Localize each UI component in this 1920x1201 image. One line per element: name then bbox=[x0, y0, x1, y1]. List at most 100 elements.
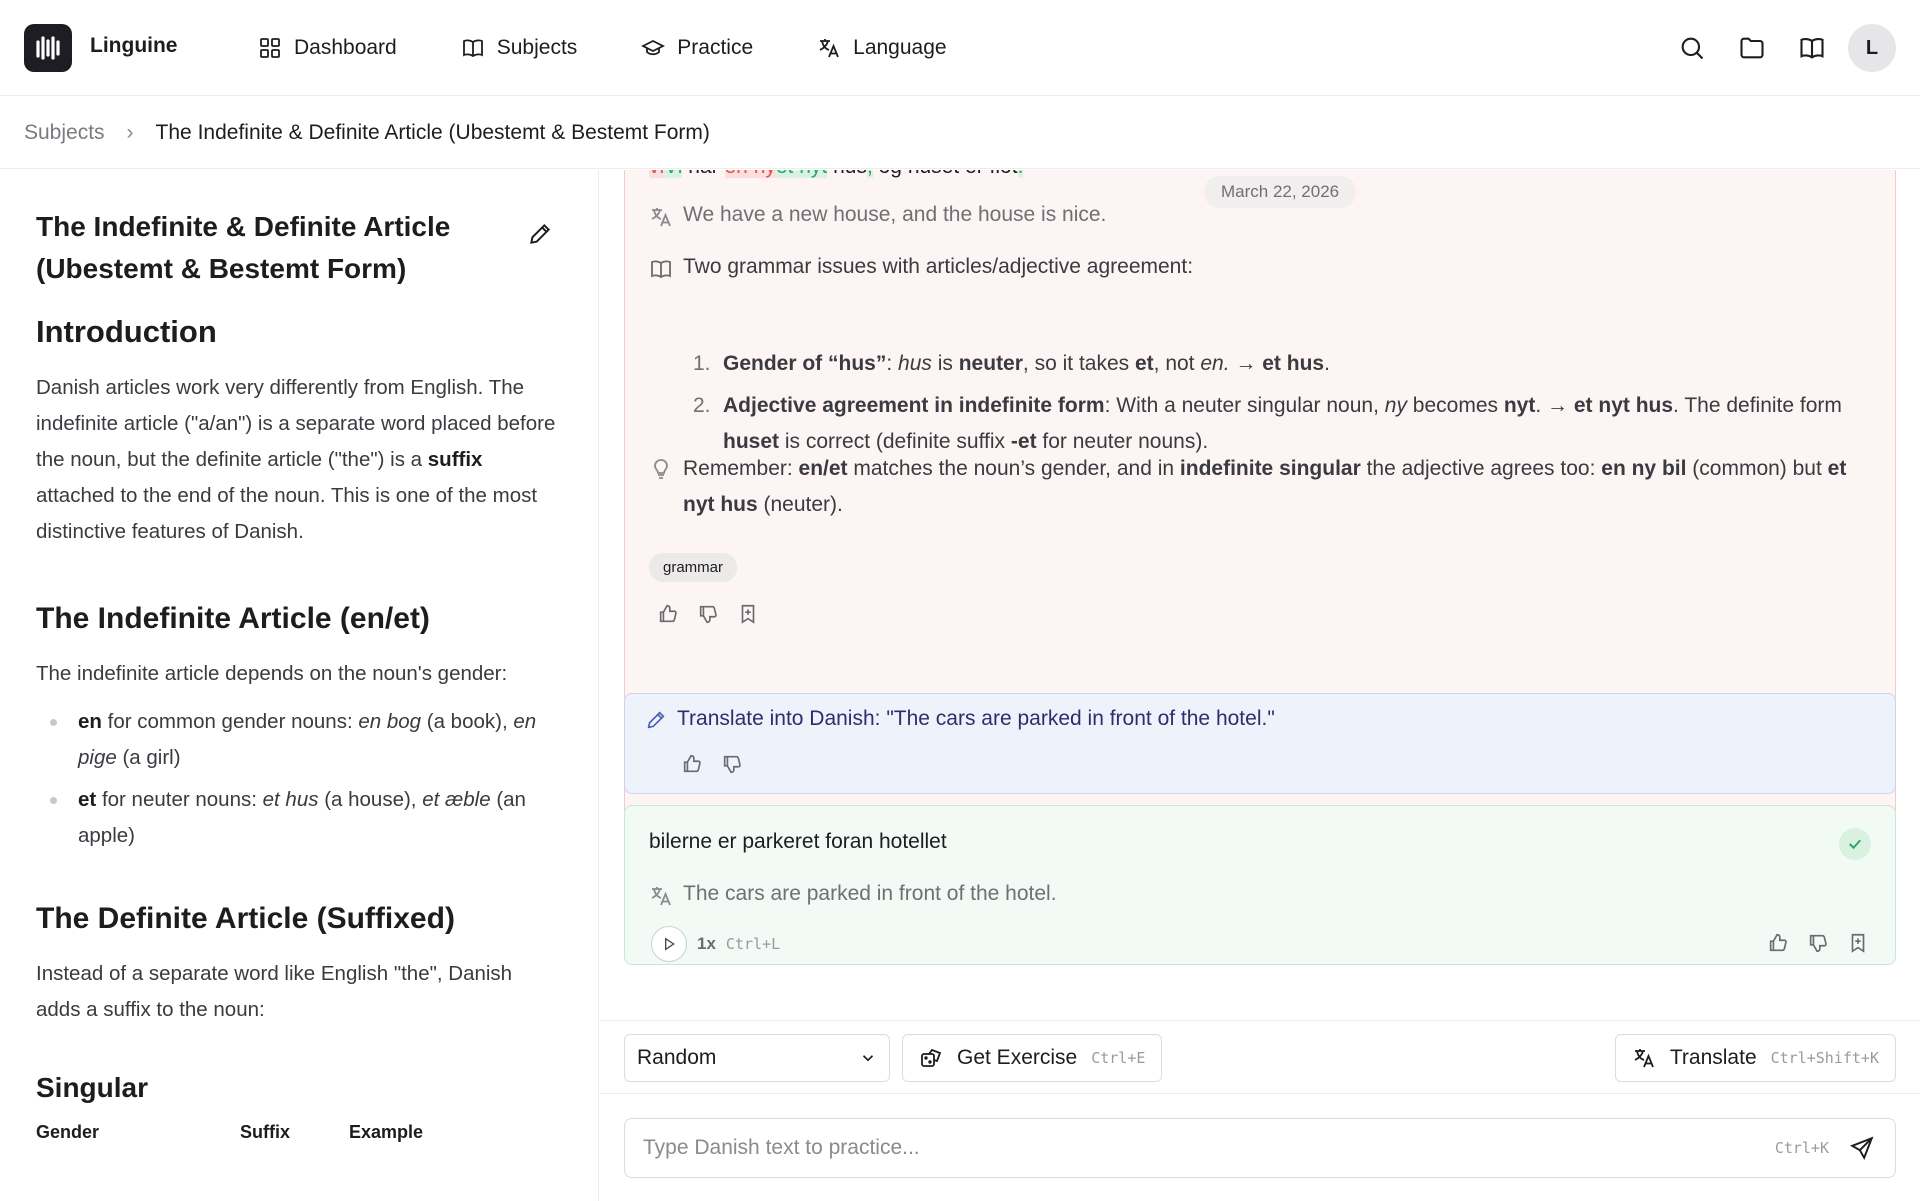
point-bold: Gender of “hus” bbox=[723, 352, 887, 375]
library-button[interactable] bbox=[1788, 24, 1836, 72]
point-bold: neuter bbox=[958, 352, 1023, 375]
pencil-icon bbox=[530, 223, 551, 244]
bookmark-button[interactable] bbox=[735, 601, 761, 627]
dislike-button[interactable] bbox=[695, 601, 721, 627]
translation-row: We have a new house, and the house is ni… bbox=[649, 203, 1106, 229]
breadcrumb: Subjects › The Indefinite & Definite Art… bbox=[0, 97, 1920, 169]
translate-button[interactable]: Translate Ctrl+Shift+K bbox=[1614, 1034, 1896, 1082]
play-audio-button[interactable] bbox=[651, 926, 687, 962]
tip-bold: indefinite singular bbox=[1179, 457, 1361, 480]
exercise-mode-select[interactable]: Random bbox=[624, 1034, 890, 1082]
definite-heading: The Definite Article (Suffixed) bbox=[36, 902, 455, 935]
send-button[interactable] bbox=[1847, 1133, 1877, 1163]
table-header-gender: Gender bbox=[36, 1122, 100, 1142]
bullet-bold: en bbox=[78, 710, 102, 733]
breadcrumb-subjects-link[interactable]: Subjects bbox=[24, 121, 105, 145]
point-text: . bbox=[1324, 352, 1330, 375]
bookmark-button[interactable] bbox=[1845, 930, 1871, 956]
like-button[interactable] bbox=[655, 601, 681, 627]
point-text: . The definite form bbox=[1673, 394, 1842, 417]
corrected-sentence: viVi har en nyet nyt hus, og huset er fl… bbox=[649, 170, 1024, 179]
book-icon bbox=[651, 260, 671, 279]
dislike-button[interactable] bbox=[719, 751, 745, 777]
point-bold: huset bbox=[723, 430, 780, 453]
practice-feed[interactable]: viVi har en nyet nyt hus, og huset er fl… bbox=[600, 170, 1920, 1020]
bullet-example: en bog bbox=[358, 710, 422, 733]
prompt-actions bbox=[679, 751, 745, 777]
tip-part: Remember: bbox=[683, 457, 799, 480]
dice-icon bbox=[921, 1048, 942, 1067]
nav-language[interactable]: Language bbox=[817, 28, 947, 68]
intro-bold: suffix bbox=[427, 448, 483, 471]
table-header-suffix: Suffix bbox=[240, 1122, 291, 1142]
point-text: , so it takes bbox=[1022, 352, 1135, 375]
nav-subjects[interactable]: Subjects bbox=[461, 28, 578, 68]
point-italic: ny bbox=[1384, 394, 1407, 417]
thumbs-down-icon bbox=[723, 755, 741, 774]
point-bold: nyt bbox=[1503, 394, 1536, 417]
tip-bold: en/et bbox=[798, 457, 848, 480]
date-badge: March 22, 2026 bbox=[1204, 176, 1357, 208]
nav-language-label: Language bbox=[853, 36, 947, 59]
list-text: Gender of “hus”: hus is neuter, so it ta… bbox=[723, 346, 1873, 382]
folder-button[interactable] bbox=[1728, 24, 1776, 72]
translation-text: We have a new house, and the house is ni… bbox=[683, 203, 1107, 226]
point-bold: et hus bbox=[1262, 352, 1325, 375]
sentence-text: hus bbox=[827, 170, 867, 178]
lightbulb-icon bbox=[654, 459, 668, 479]
point-text: : bbox=[886, 352, 899, 375]
intro-text-2: attached to the end of the noun. This is… bbox=[36, 484, 538, 543]
top-actions: L bbox=[1656, 24, 1896, 72]
point-bold: et nyt hus bbox=[1573, 394, 1674, 417]
answer-translation-row: The cars are parked in front of the hote… bbox=[649, 882, 1057, 908]
main-nav: Dashboard Subjects Practice Language bbox=[258, 28, 1011, 68]
tip-text: Remember: en/et matches the noun’s gende… bbox=[683, 451, 1869, 523]
edit-lesson-button[interactable] bbox=[522, 216, 558, 252]
get-exercise-button[interactable]: Get Exercise Ctrl+E bbox=[902, 1034, 1163, 1082]
nav-dashboard[interactable]: Dashboard bbox=[258, 28, 397, 68]
app-name[interactable]: Linguine bbox=[90, 34, 178, 58]
point-bold: Adjective agreement in indefinite form bbox=[723, 394, 1105, 417]
play-icon bbox=[665, 937, 675, 951]
dislike-button[interactable] bbox=[1805, 930, 1831, 956]
point-italic: hus bbox=[898, 352, 932, 375]
practice-input[interactable] bbox=[643, 1136, 1775, 1160]
thumbs-up-icon bbox=[1769, 933, 1787, 952]
top-navigation-bar: Linguine Dashboard Subjects Practice Lan… bbox=[0, 0, 1920, 96]
breadcrumb-current: The Indefinite & Definite Article (Ubest… bbox=[155, 120, 710, 144]
exercise-toolbar: Random Get Exercise Ctrl+E Translate Ctr… bbox=[600, 1020, 1920, 1094]
like-button[interactable] bbox=[1765, 930, 1791, 956]
point-bold: -et bbox=[1010, 430, 1037, 453]
grammar-tag[interactable]: grammar bbox=[649, 553, 738, 582]
like-button[interactable] bbox=[679, 751, 705, 777]
bookmark-plus-icon bbox=[741, 604, 755, 624]
bullet-text: for common gender nouns: bbox=[107, 710, 353, 733]
nav-practice[interactable]: Practice bbox=[641, 28, 753, 68]
translate-icon bbox=[651, 887, 671, 906]
user-avatar[interactable]: L bbox=[1848, 24, 1896, 72]
get-exercise-shortcut: Ctrl+E bbox=[1091, 1049, 1146, 1067]
list-item: 1. Gender of “hus”: hus is neuter, so it… bbox=[693, 346, 1873, 382]
list-text: Adjective agreement in indefinite form: … bbox=[723, 388, 1873, 460]
search-button[interactable] bbox=[1668, 24, 1716, 72]
app-logo[interactable] bbox=[24, 24, 72, 72]
tip-part: the adjective agrees too: bbox=[1360, 457, 1602, 480]
thumbs-down-icon bbox=[1809, 934, 1827, 953]
check-icon bbox=[1849, 839, 1861, 850]
lesson-panel[interactable]: The Indefinite & Definite Article (Ubest… bbox=[0, 170, 599, 1201]
singular-heading: Singular bbox=[36, 1072, 149, 1103]
nav-subjects-label: Subjects bbox=[496, 36, 578, 59]
audio-controls: 1x Ctrl+L bbox=[651, 926, 780, 962]
nav-dashboard-label: Dashboard bbox=[294, 36, 397, 59]
tip-bold: en ny bil bbox=[1601, 457, 1687, 480]
list-item: et for neuter nouns: et hus (a house), e… bbox=[36, 782, 562, 854]
point-text: → bbox=[1229, 352, 1263, 375]
translate-icon bbox=[819, 39, 839, 58]
playback-speed[interactable]: 1x bbox=[697, 934, 716, 954]
point-text: . → bbox=[1535, 394, 1574, 417]
inserted-text: Vi bbox=[664, 170, 683, 178]
correction-actions bbox=[655, 601, 761, 627]
correct-badge bbox=[1839, 828, 1871, 860]
explanation-list: 1. Gender of “hus”: hus is neuter, so it… bbox=[693, 346, 1873, 466]
point-text: , not bbox=[1153, 352, 1201, 375]
